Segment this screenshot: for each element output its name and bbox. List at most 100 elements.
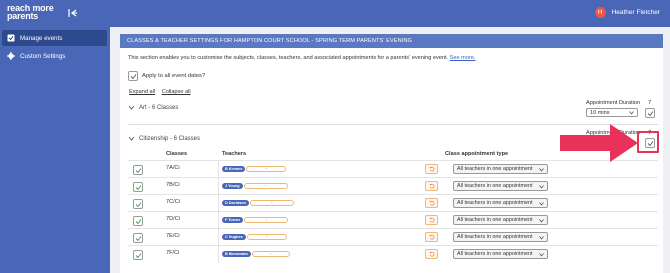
column-divider xyxy=(218,246,219,263)
teacher-selector[interactable]: F Turner + xyxy=(222,217,289,223)
reset-button[interactable] xyxy=(425,232,438,242)
reset-button[interactable] xyxy=(425,249,438,259)
row-checkbox[interactable] xyxy=(133,182,143,192)
top-bar: reach more parents H Heather Fletcher xyxy=(0,0,670,27)
appointment-type-select[interactable]: All teachers in one appointment xyxy=(453,198,548,208)
logo[interactable]: reach more parents xyxy=(7,4,54,21)
sidebar-item-custom-settings[interactable]: Custom Settings xyxy=(2,48,107,64)
teacher-track: + xyxy=(246,234,287,240)
teacher-pill[interactable]: J Young xyxy=(222,183,243,189)
apply-all-label: Apply to all event dates? xyxy=(142,73,206,79)
column-header-teachers: Teachers xyxy=(222,151,247,157)
column-divider xyxy=(218,195,219,212)
appointment-type-value: All teachers in one appointment xyxy=(457,251,533,257)
duration-select[interactable]: 10 mins xyxy=(586,108,638,117)
teacher-pill[interactable]: B Kiemes xyxy=(222,166,246,172)
teacher-pill[interactable]: C Hughes xyxy=(222,234,246,240)
undo-icon xyxy=(428,234,434,240)
duration-apply-checkbox[interactable] xyxy=(645,108,655,118)
sidebar: Manage events Custom Settings xyxy=(0,27,110,273)
class-code: 7C/Ci xyxy=(166,199,180,205)
appointment-type-value: All teachers in one appointment xyxy=(457,183,533,189)
user-menu[interactable]: H Heather Fletcher xyxy=(594,7,660,18)
gear-icon xyxy=(7,52,15,60)
chevron-down-icon xyxy=(539,236,544,240)
section-header: CLASSES & TEACHER SETTINGS FOR HAMPTON C… xyxy=(120,34,663,48)
reset-button[interactable] xyxy=(425,164,438,174)
annotation-highlight-box xyxy=(637,131,659,153)
checklist-icon xyxy=(7,34,15,42)
class-code: 7A/Ci xyxy=(166,165,180,171)
row-checkbox[interactable] xyxy=(133,165,143,175)
chevron-down-icon xyxy=(128,105,135,110)
teacher-pill[interactable]: D Davidson xyxy=(222,200,249,206)
teacher-track: + xyxy=(246,166,287,172)
teacher-pill[interactable]: B Mcnamara xyxy=(222,251,251,257)
column-divider xyxy=(218,161,219,178)
check-icon xyxy=(135,201,141,207)
check-icon xyxy=(130,73,136,79)
appointment-type-value: All teachers in one appointment xyxy=(457,217,533,223)
appointment-type-select[interactable]: All teachers in one appointment xyxy=(453,181,548,191)
teacher-selector[interactable]: J Young + xyxy=(222,183,288,189)
table-row: 7C/Ci D Davidson + All teachers in one a… xyxy=(128,194,658,212)
check-icon xyxy=(135,218,141,224)
sidebar-item-manage-events[interactable]: Manage events xyxy=(2,30,107,46)
column-divider xyxy=(218,229,219,246)
collapse-sidebar-icon[interactable] xyxy=(68,8,78,18)
sidebar-item-label: Custom Settings xyxy=(20,52,66,60)
chevron-down-icon xyxy=(539,185,544,189)
appointment-type-select[interactable]: All teachers in one appointment xyxy=(453,215,548,225)
section-art[interactable]: Art - 6 Classes xyxy=(128,104,178,111)
appointment-type-value: All teachers in one appointment xyxy=(457,234,533,240)
plus-icon: + xyxy=(265,234,268,239)
table-row: 7E/Ci C Hughes + All teachers in one app… xyxy=(128,228,658,246)
row-checkbox[interactable] xyxy=(133,199,143,209)
table-row: 7D/Ci F Turner + All teachers in one app… xyxy=(128,211,658,229)
logo-line2: parents xyxy=(7,11,39,21)
reset-button[interactable] xyxy=(425,215,438,225)
description: This section enables you to customise th… xyxy=(128,55,475,61)
annotation-arrow-icon xyxy=(560,124,638,162)
apply-all-checkbox[interactable] xyxy=(128,71,138,81)
chevron-down-icon xyxy=(539,219,544,223)
undo-icon xyxy=(428,166,434,172)
appointment-type-select[interactable]: All teachers in one appointment xyxy=(453,249,548,259)
table-row: 7F/Ci B Mcnamara + All teachers in one a… xyxy=(128,245,658,263)
appointment-type-value: All teachers in one appointment xyxy=(457,166,533,172)
reset-button[interactable] xyxy=(425,198,438,208)
teacher-track: + xyxy=(249,200,294,206)
column-header-classes: Classes xyxy=(166,151,188,157)
teacher-selector[interactable]: B Kiemes + xyxy=(222,166,287,172)
see-more-link[interactable]: See more. xyxy=(450,55,476,61)
column-divider xyxy=(218,212,219,229)
undo-icon xyxy=(428,183,434,189)
expand-all-link[interactable]: Expand all xyxy=(129,89,155,95)
appointment-type-select[interactable]: All teachers in one appointment xyxy=(453,232,548,242)
appointment-type-select[interactable]: All teachers in one appointment xyxy=(453,164,548,174)
reset-button[interactable] xyxy=(425,181,438,191)
plus-icon: + xyxy=(269,251,272,256)
avatar: H xyxy=(594,7,606,18)
teacher-selector[interactable]: B Mcnamara + xyxy=(222,251,290,257)
class-code: 7E/Ci xyxy=(166,233,180,239)
teacher-pill[interactable]: F Turner xyxy=(222,217,244,223)
teacher-track: + xyxy=(251,251,290,257)
chevron-down-icon xyxy=(539,168,544,172)
sidebar-item-label: Manage events xyxy=(20,34,63,42)
description-text: This section enables you to customise th… xyxy=(128,55,449,61)
section-citizenship[interactable]: Citizenship - 6 Classes xyxy=(128,135,200,142)
check-icon xyxy=(647,110,653,116)
row-checkbox[interactable] xyxy=(133,216,143,226)
chevron-down-icon xyxy=(539,202,544,206)
teacher-selector[interactable]: C Hughes + xyxy=(222,234,287,240)
duration-select-value: 10 mins xyxy=(590,109,610,116)
teacher-selector[interactable]: D Davidson + xyxy=(222,200,294,206)
class-code: 7B/Ci xyxy=(166,182,180,188)
column-divider xyxy=(218,178,219,195)
expand-collapse-links: Expand all Collapse all xyxy=(129,89,196,95)
collapse-all-link[interactable]: Collapse all xyxy=(162,89,191,95)
row-checkbox[interactable] xyxy=(133,250,143,260)
duration-label: Appointment Duration xyxy=(586,100,641,106)
row-checkbox[interactable] xyxy=(133,233,143,243)
